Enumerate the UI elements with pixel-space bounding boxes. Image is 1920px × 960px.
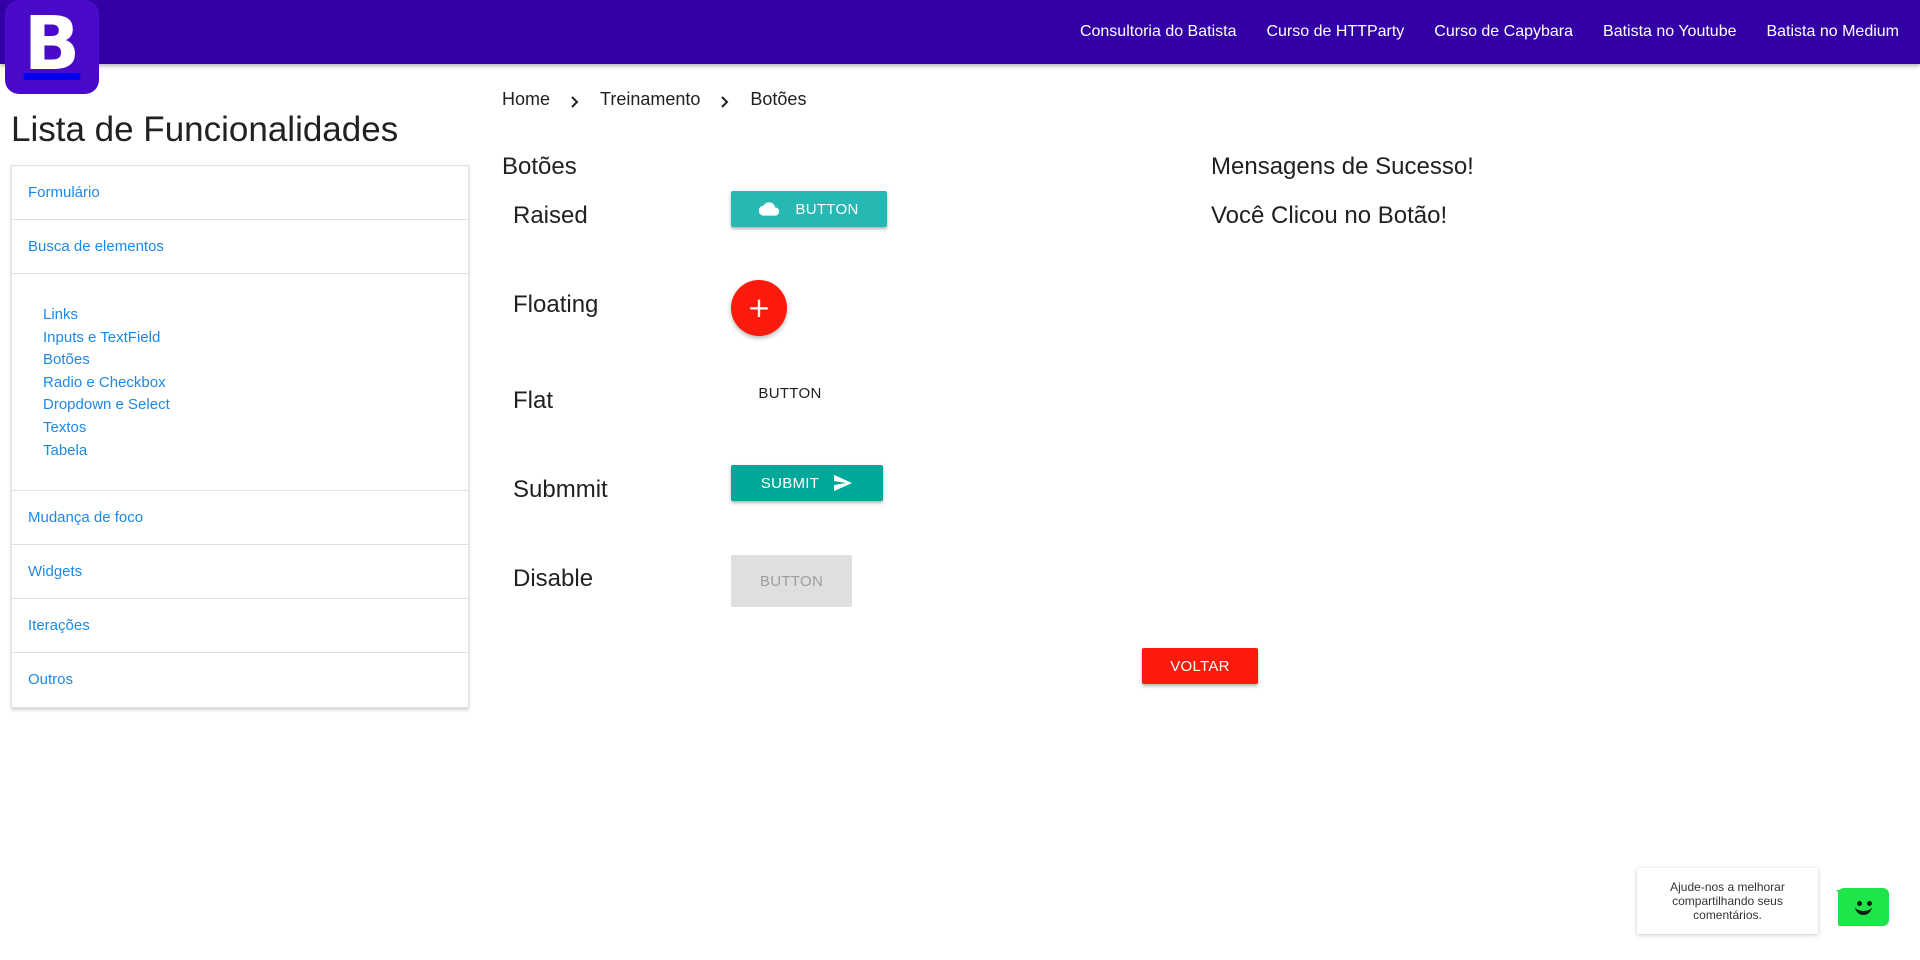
feedback-text: Ajude-nos a melhorar compartilhando seus…	[1670, 880, 1785, 922]
raised-button[interactable]: BUTTON	[731, 191, 887, 227]
breadcrumb-home[interactable]: Home	[502, 89, 550, 110]
sidebar-subitem-tabela[interactable]: Tabela	[43, 440, 468, 463]
success-message: Você Clicou no Botão!	[1211, 202, 1448, 229]
raised-button-label: BUTTON	[795, 200, 859, 218]
sidebar-subitem-dropdown[interactable]: Dropdown e Select	[43, 394, 468, 417]
feedback-smiley-icon[interactable]	[1838, 888, 1889, 926]
logo-letter: B	[23, 1, 81, 87]
sidebar-submenu: Links Inputs e TextField Botões Radio e …	[12, 274, 468, 492]
flat-button[interactable]: BUTTON	[733, 375, 847, 411]
sidebar-subitem-radio-checkbox[interactable]: Radio e Checkbox	[43, 372, 468, 395]
sidebar-subitem-links[interactable]: Links	[43, 304, 468, 327]
cloud-icon	[759, 202, 780, 216]
sidebar-subitem-botoes[interactable]: Botões	[43, 349, 468, 372]
submit-button[interactable]: SUBMIT	[731, 465, 883, 501]
sidebar-item-formulario[interactable]: Formulário	[12, 166, 468, 220]
sidebar-item-outros[interactable]: Outros	[12, 653, 468, 707]
voltar-button[interactable]: VOLTAR	[1142, 648, 1258, 684]
raised-label: Raised	[513, 202, 588, 229]
disable-label: Disable	[513, 565, 594, 592]
breadcrumb: Home Treinamento Botões	[502, 88, 806, 110]
nav-link-capybara[interactable]: Curso de Capybara	[1419, 23, 1588, 41]
submit-button-label: SUBMIT	[760, 474, 820, 492]
brand-logo[interactable]: B	[5, 0, 99, 94]
sidebar-item-busca-de-elementos[interactable]: Busca de elementos	[12, 220, 468, 274]
sidebar-item-mudanca-de-foco[interactable]: Mudança de foco	[12, 491, 468, 546]
submit-label: Submmit	[513, 476, 608, 503]
sidebar-item-widgets[interactable]: Widgets	[12, 545, 468, 600]
chevron-right-icon	[571, 96, 579, 108]
floating-label: Floating	[513, 291, 599, 318]
success-title: Mensagens de Sucesso!	[1211, 153, 1474, 180]
breadcrumb-current: Botões	[750, 88, 807, 109]
nav-link-medium[interactable]: Batista no Medium	[1751, 23, 1914, 41]
sidebar-item-iteracoes[interactable]: Iterações	[12, 599, 468, 654]
feedback-tooltip: Ajude-nos a melhorar compartilhando seus…	[1637, 868, 1818, 934]
sidebar-collection: Formulário Busca de elementos Links Inpu…	[11, 165, 469, 709]
top-navbar: Consultoria do Batista Curso de HTTParty…	[0, 0, 1920, 64]
face-smile	[1855, 906, 1872, 915]
nav-link-consultoria[interactable]: Consultoria do Batista	[1065, 23, 1252, 41]
buttons-section-title: Botões	[502, 153, 577, 180]
flat-label: Flat	[513, 387, 554, 414]
chevron-right-icon	[721, 96, 729, 108]
nav-link-youtube[interactable]: Batista no Youtube	[1588, 23, 1751, 41]
send-icon	[834, 474, 853, 492]
floating-add-button[interactable]: +	[731, 280, 787, 336]
breadcrumb-treinamento[interactable]: Treinamento	[600, 89, 700, 110]
sidebar-subitem-textos[interactable]: Textos	[43, 417, 468, 440]
sidebar-title: Lista de Funcionalidades	[11, 110, 399, 149]
disabled-button: BUTTON	[731, 555, 852, 607]
top-nav-links: Consultoria do Batista Curso de HTTParty…	[1065, 0, 1914, 64]
sidebar-subitem-inputs[interactable]: Inputs e TextField	[43, 327, 468, 350]
nav-link-httparty[interactable]: Curso de HTTParty	[1251, 23, 1419, 41]
